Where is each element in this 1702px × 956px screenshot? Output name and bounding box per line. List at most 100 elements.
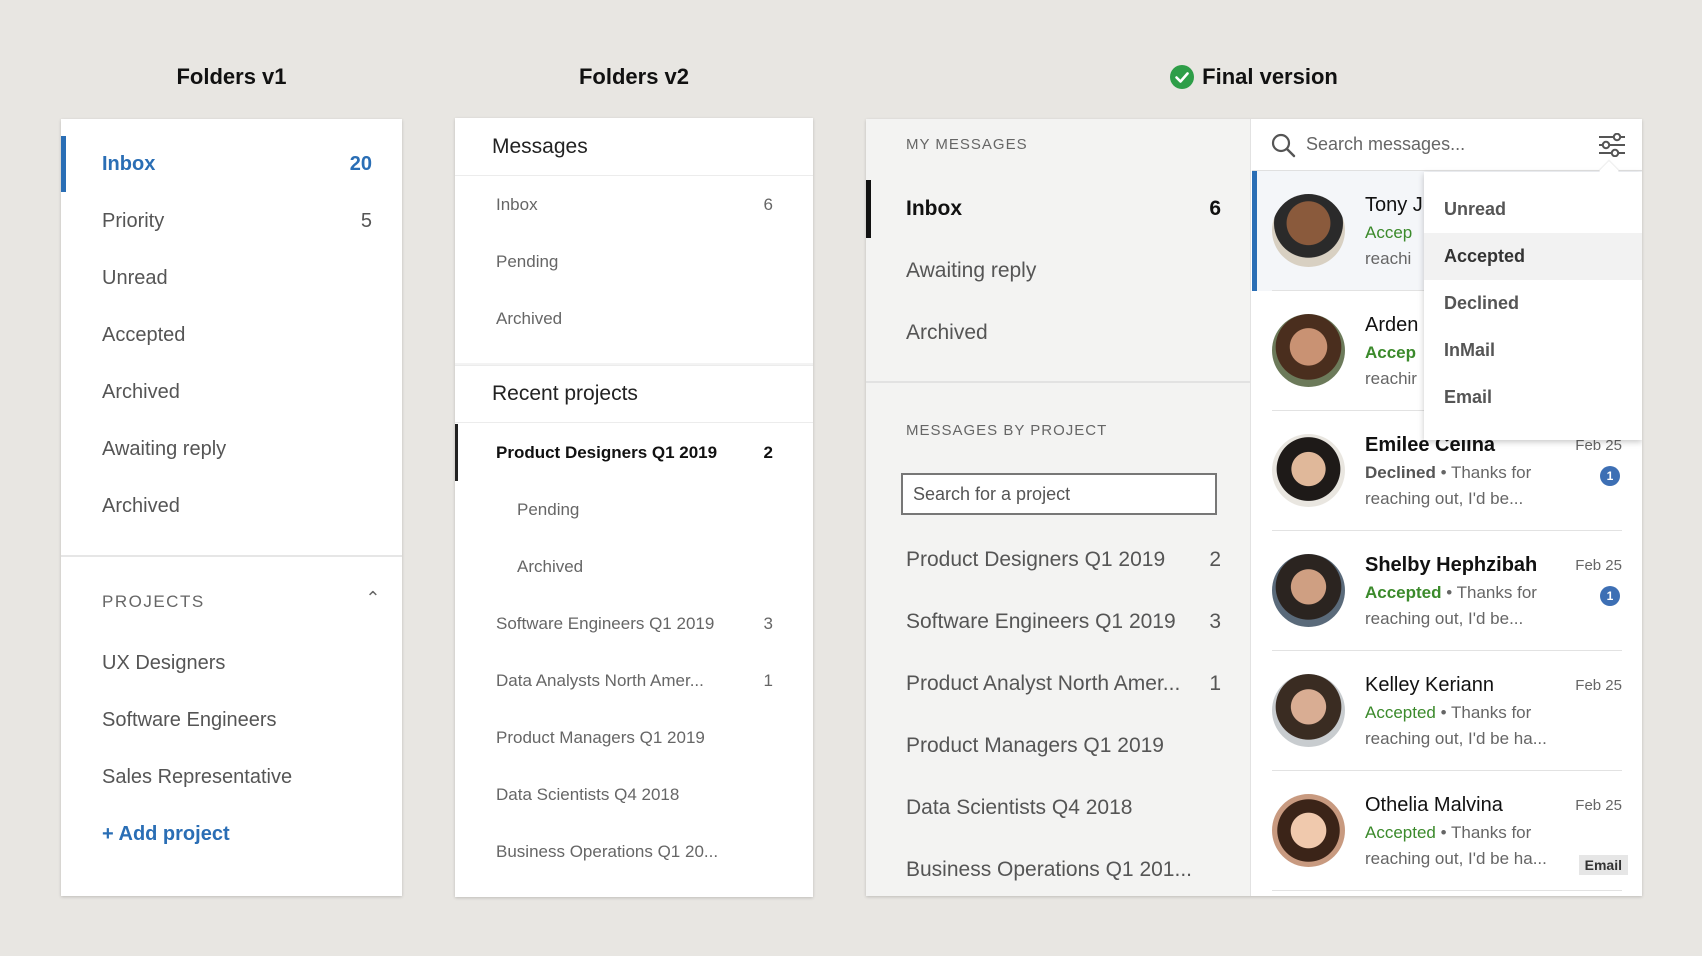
v2-project-product-managers[interactable]: Product Managers Q1 2019: [455, 709, 813, 766]
message-status: Declined: [1365, 463, 1436, 482]
message-date: Feb 25: [1575, 797, 1622, 814]
message-snippet: • Thanks for: [1435, 463, 1532, 482]
avatar: [1272, 314, 1345, 387]
project-label: Data Scientists Q4 2018: [496, 784, 680, 804]
section-title: Messages: [492, 134, 588, 158]
add-project-link[interactable]: + Add project: [61, 806, 402, 862]
avatar: [1272, 794, 1345, 867]
final-project-product-analyst[interactable]: Product Analyst North Amer... 1: [866, 655, 1250, 713]
final-project-product-managers[interactable]: Product Managers Q1 2019: [866, 717, 1250, 775]
folder-label: Accepted: [102, 323, 186, 346]
folders-v2-panel: Messages Inbox 6 Pending Archived Recent…: [455, 118, 813, 897]
v2-project-software-engineers[interactable]: Software Engineers Q1 2019 3: [455, 595, 813, 652]
folder-label: Inbox: [496, 194, 538, 214]
message-status: Accepted: [1365, 823, 1436, 842]
message-snippet: • Thanks for: [1441, 583, 1537, 602]
folder-label: Awaiting reply: [102, 437, 227, 460]
final-sidebar: MY MESSAGES Inbox 6 Awaiting reply Archi…: [866, 119, 1251, 896]
filter-option-inmail[interactable]: InMail: [1424, 327, 1642, 374]
folder-label: Inbox: [906, 197, 962, 220]
folder-label: Pending: [496, 251, 559, 271]
v2-project-business-operations[interactable]: Business Operations Q1 20...: [455, 823, 813, 880]
message-status: Accepted: [1365, 703, 1436, 722]
project-label: Sales Representative: [102, 765, 293, 788]
v2-project-data-analysts[interactable]: Data Analysts North Amer... 1: [455, 652, 813, 709]
message-snippet-line: reaching out, I'd be...: [1365, 489, 1524, 508]
message-row[interactable]: Kelley Keriann Feb 25 Accepted • Thanks …: [1252, 651, 1642, 771]
message-date: Feb 25: [1575, 677, 1622, 694]
project-label: Business Operations Q1 20...: [496, 841, 719, 861]
projects-header-label: PROJECTS: [102, 592, 205, 611]
project-label: Product Designers Q1 2019: [496, 442, 718, 462]
v1-project-ux-designers[interactable]: UX Designers: [61, 635, 402, 691]
final-folder-awaiting-reply[interactable]: Awaiting reply: [866, 242, 1250, 300]
v2-project-data-scientists[interactable]: Data Scientists Q4 2018: [455, 766, 813, 823]
sender-name: Arden: [1365, 314, 1419, 336]
folder-label: Archived: [102, 494, 180, 517]
folder-label: Unread: [102, 266, 168, 289]
chevron-up-icon[interactable]: ⌃: [365, 588, 382, 609]
message-snippet: • Thanks for: [1435, 703, 1532, 722]
message-status: Accep: [1365, 223, 1413, 242]
sender-name: Othelia Malvina: [1365, 794, 1503, 816]
project-search-input[interactable]: [901, 473, 1217, 515]
folder-label: Archived: [102, 380, 180, 403]
final-version-label: Final version: [1202, 64, 1338, 89]
message-preview: Accepted • Thanks for: [1365, 703, 1531, 723]
heading-folders-v1: Folders v1: [176, 64, 287, 89]
final-project-software-engineers[interactable]: Software Engineers Q1 2019 3: [866, 593, 1250, 651]
v2-folder-pending[interactable]: Pending: [455, 233, 813, 290]
project-count: 1: [1209, 672, 1221, 695]
final-project-business-operations[interactable]: Business Operations Q1 201...: [866, 841, 1250, 896]
v1-folder-awaiting-reply[interactable]: Awaiting reply: [61, 421, 402, 477]
project-label: Product Managers Q1 2019: [906, 734, 1164, 757]
folder-count: 6: [1209, 197, 1221, 220]
project-count: 1: [763, 670, 773, 690]
v2-folder-archived[interactable]: Archived: [455, 290, 813, 347]
v1-folder-unread[interactable]: Unread: [61, 250, 402, 306]
divider: [61, 555, 402, 557]
filter-option-email[interactable]: Email: [1424, 374, 1642, 421]
email-tag: Email: [1578, 855, 1628, 875]
v1-folder-inbox[interactable]: Inbox 20: [61, 136, 402, 192]
divider: [866, 381, 1250, 383]
check-circle-icon: [1170, 65, 1195, 89]
final-folder-inbox[interactable]: Inbox 6: [866, 180, 1250, 238]
message-row[interactable]: Othelia Malvina Feb 25 Accepted • Thanks…: [1252, 771, 1642, 891]
project-label: Product Analyst North Amer...: [906, 672, 1181, 695]
message-snippet: reachi: [1365, 249, 1412, 268]
v2-subfolder-archived[interactable]: Archived: [455, 538, 813, 595]
sender-name: Tony J: [1365, 194, 1423, 216]
final-folder-archived[interactable]: Archived: [866, 304, 1250, 362]
v2-subfolder-pending[interactable]: Pending: [455, 481, 813, 538]
folder-count: 20: [349, 152, 372, 175]
recent-projects-header: Recent projects: [455, 365, 813, 423]
v1-project-software-engineers[interactable]: Software Engineers: [61, 692, 402, 748]
search-icon: [1271, 133, 1296, 157]
v2-project-product-designers[interactable]: Product Designers Q1 2019 2: [455, 424, 813, 481]
v1-folder-archived-2[interactable]: Archived: [61, 478, 402, 534]
folder-label: Pending: [517, 499, 580, 519]
message-snippet-line: reaching out, I'd be ha...: [1365, 849, 1547, 868]
message-snippet: reachir: [1365, 369, 1417, 388]
filter-option-declined[interactable]: Declined: [1424, 280, 1642, 327]
v1-folder-archived[interactable]: Archived: [61, 364, 402, 420]
avatar: [1272, 674, 1345, 747]
final-project-data-scientists[interactable]: Data Scientists Q4 2018: [866, 779, 1250, 837]
final-project-product-designers[interactable]: Product Designers Q1 2019 2: [866, 531, 1250, 589]
filter-option-accepted[interactable]: Accepted: [1424, 233, 1642, 280]
section-title: Recent projects: [492, 382, 638, 405]
v2-folder-inbox[interactable]: Inbox 6: [455, 176, 813, 233]
projects-header[interactable]: PROJECTS ⌃: [102, 588, 382, 612]
my-messages-caption: MY MESSAGES: [906, 136, 1028, 153]
avatar: [1272, 434, 1345, 507]
message-search-input[interactable]: [1306, 134, 1576, 155]
message-row[interactable]: Shelby Hephzibah Feb 25 Accepted • Thank…: [1252, 531, 1642, 651]
v1-folder-priority[interactable]: Priority 5: [61, 193, 402, 249]
v1-folder-accepted[interactable]: Accepted: [61, 307, 402, 363]
filter-sliders-icon[interactable]: [1598, 132, 1626, 157]
project-label: Data Scientists Q4 2018: [906, 796, 1133, 819]
filter-option-unread[interactable]: Unread: [1424, 186, 1642, 233]
message-status: Accep: [1365, 343, 1417, 362]
v1-project-sales-representative[interactable]: Sales Representative: [61, 749, 402, 805]
